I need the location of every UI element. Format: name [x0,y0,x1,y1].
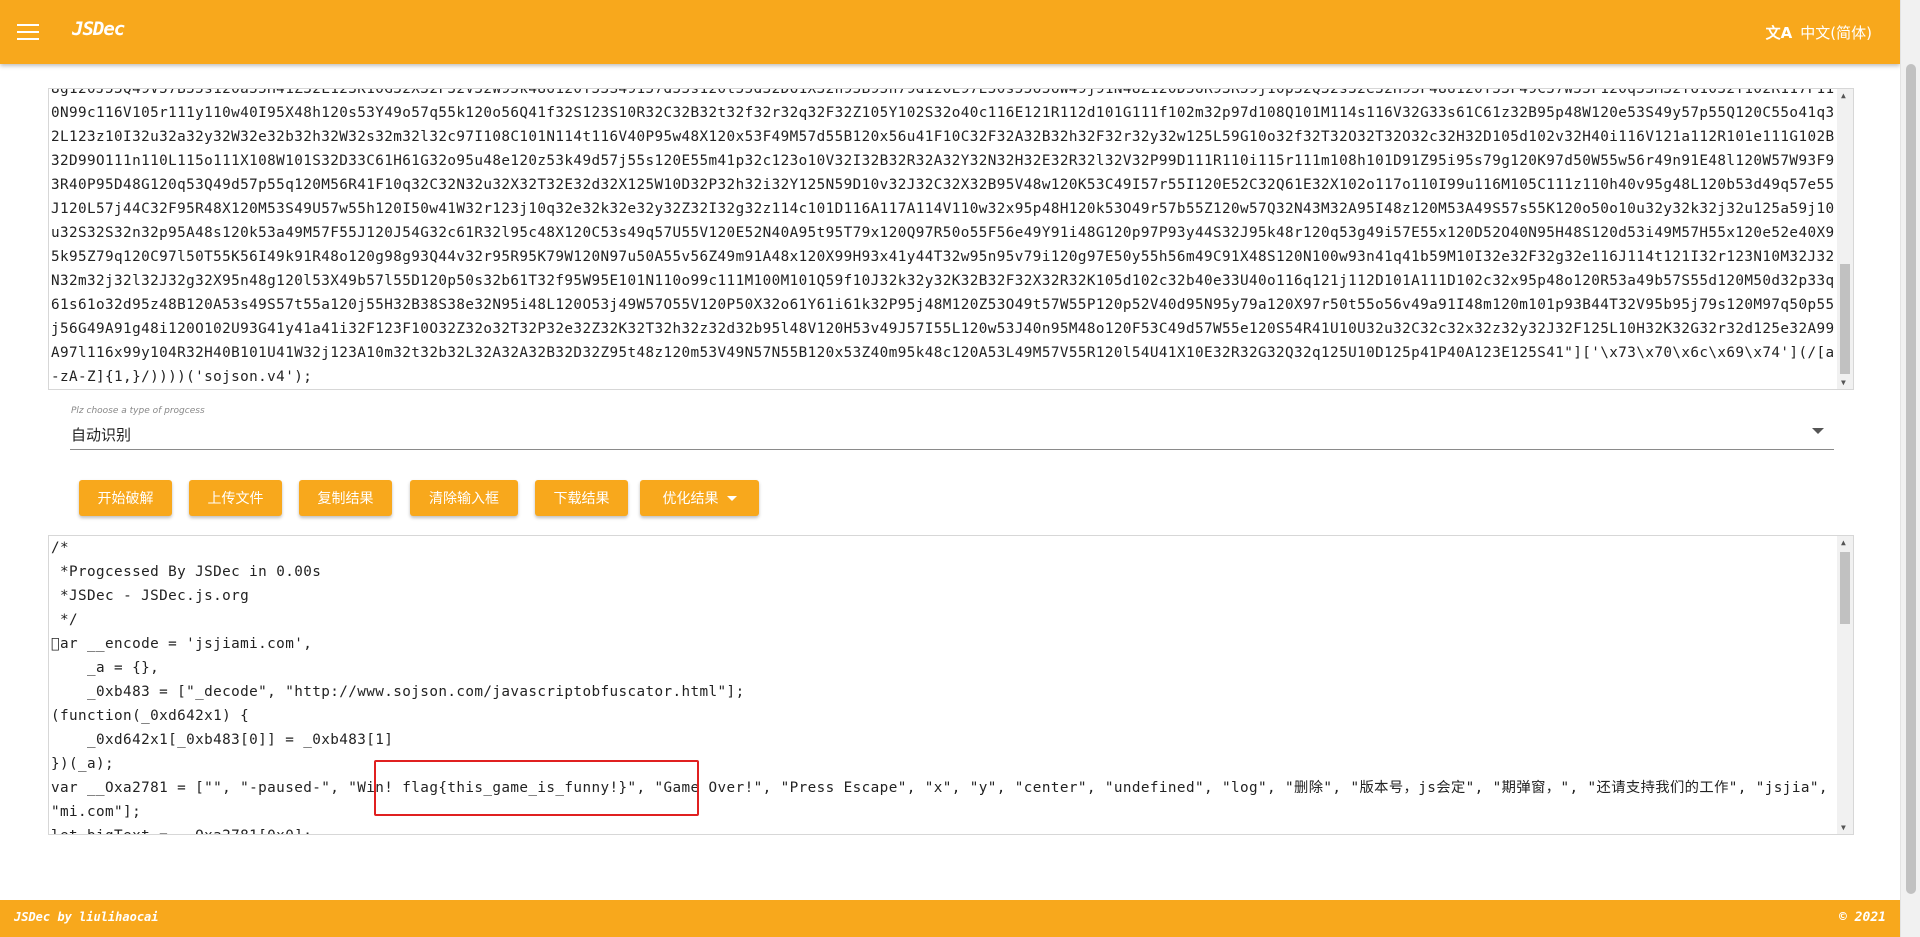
page-scrollbar[interactable] [1900,0,1920,937]
scroll-up-icon[interactable]: ▲ [1841,91,1846,100]
page-scroll-thumb[interactable] [1906,64,1916,894]
app-header: JSDec 文A 中文(简体) [0,0,1900,64]
copy-result-button[interactable]: 复制结果 [299,480,392,516]
language-switch-button[interactable]: 文A 中文(简体) [1766,22,1872,43]
process-type-value: 自动识别 [71,426,132,444]
output-scrollbar[interactable]: ▲ ▼ [1837,536,1853,834]
optimize-result-label: 优化结果 [662,491,719,507]
optimize-result-button[interactable]: 优化结果 [640,480,759,516]
app-footer: JSDec by liulihaocai © 2021 [0,900,1900,937]
output-code-textarea[interactable]: /* *Progcessed By JSDec in 0.00s *JSDec … [48,535,1854,835]
upload-file-button[interactable]: 上传文件 [189,480,282,516]
language-label: 中文(简体) [1800,24,1872,42]
input-code-text: 8g120J53Q49V57B55s120a55H41Z32L123K10G32… [51,88,1835,385]
translate-icon: 文A [1765,24,1793,42]
clear-input-button[interactable]: 清除输入框 [410,480,518,516]
chevron-down-icon [1812,428,1824,434]
scroll-down-icon[interactable]: ▼ [1841,823,1846,832]
footer-year: © 2021 [1839,910,1886,925]
start-crack-button[interactable]: 开始破解 [79,480,172,516]
input-scrollbar[interactable]: ▲ ▼ [1837,89,1853,389]
input-code-textarea[interactable]: 8g120J53Q49V57B55s120a55H41Z32L123K10G32… [48,88,1854,390]
process-type-label: Plz choose a type of progcess [71,406,205,416]
caret-down-icon [726,495,737,501]
app-title[interactable]: JSDec [72,18,125,40]
output-scroll-thumb[interactable] [1840,552,1850,624]
input-scroll-thumb[interactable] [1840,264,1850,374]
scroll-up-icon[interactable]: ▲ [1841,538,1846,547]
scroll-down-icon[interactable]: ▼ [1841,378,1846,387]
output-code-text: /* *Progcessed By JSDec in 0.00s *JSDec … [51,540,1828,834]
hamburger-menu-icon[interactable] [17,24,39,40]
download-result-button[interactable]: 下载结果 [535,480,628,516]
process-type-select[interactable]: Plz choose a type of progcess 自动识别 [70,404,1834,450]
footer-credit: JSDec by liulihaocai [14,910,159,924]
